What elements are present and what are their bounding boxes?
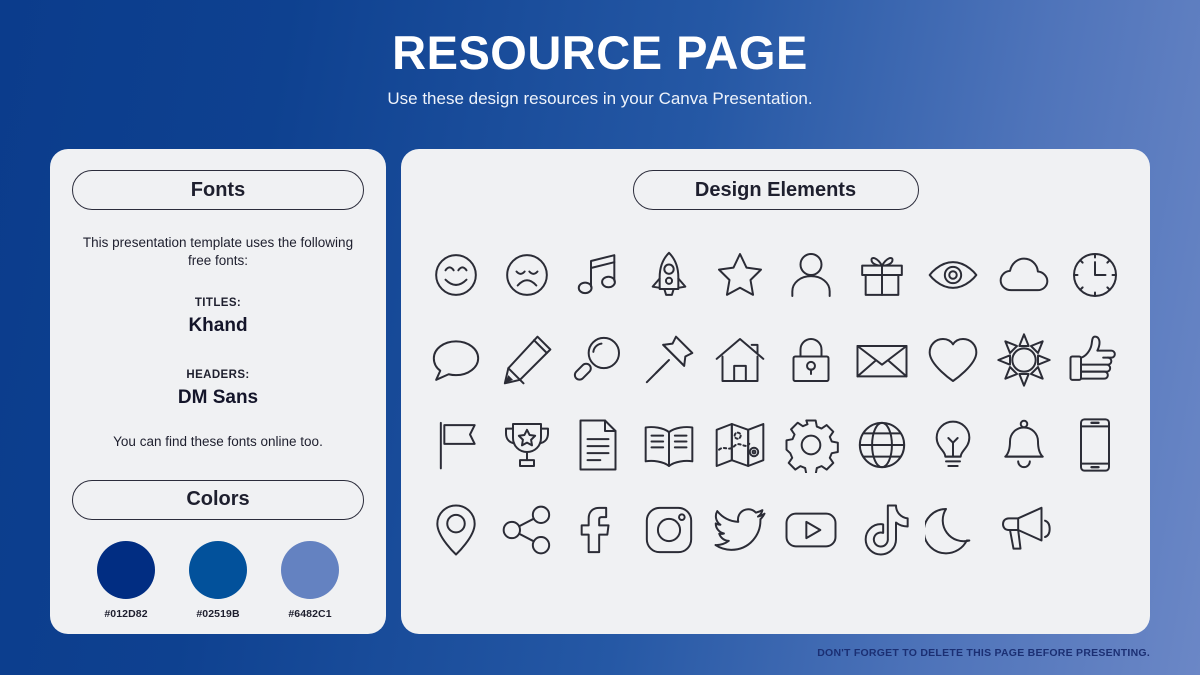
megaphone-icon[interactable] <box>996 502 1052 558</box>
font-entry-titles: TITLES: Khand <box>72 297 364 337</box>
color-hex-2: #02519B <box>196 607 240 620</box>
main-content: Fonts This presentation template uses th… <box>50 149 1150 634</box>
icon-grid <box>421 232 1130 572</box>
share-icon[interactable] <box>499 502 555 558</box>
fonts-section-header: Fonts <box>72 170 364 210</box>
flag-icon[interactable] <box>428 417 484 473</box>
cloud-icon[interactable] <box>996 247 1052 303</box>
fonts-outro-text: You can find these fonts online too. <box>113 433 323 449</box>
fonts-colors-card: Fonts This presentation template uses th… <box>50 149 386 634</box>
twitter-icon[interactable] <box>712 502 768 558</box>
tiktok-icon[interactable] <box>854 502 910 558</box>
font-label-headers: HEADERS: <box>186 368 250 381</box>
lock-icon[interactable] <box>783 332 839 388</box>
color-hex-3: #6482C1 <box>288 607 332 620</box>
gift-icon[interactable] <box>854 247 910 303</box>
color-dot-1 <box>97 540 155 599</box>
color-dot-2 <box>189 540 247 599</box>
facebook-icon[interactable] <box>570 502 626 558</box>
location-pin-icon[interactable] <box>428 502 484 558</box>
font-entry-headers: HEADERS: DM Sans <box>72 369 364 409</box>
design-elements-card: Design Elements <box>401 149 1150 634</box>
house-icon[interactable] <box>712 332 768 388</box>
color-hex-1: #012D82 <box>104 607 148 620</box>
moon-icon[interactable] <box>924 502 981 558</box>
eye-icon[interactable] <box>925 247 981 303</box>
rocket-icon[interactable] <box>641 247 697 303</box>
clock-icon[interactable] <box>1067 247 1123 303</box>
design-elements-header: Design Elements <box>632 170 919 210</box>
phone-icon[interactable] <box>1067 417 1123 473</box>
font-name-headers: DM Sans <box>177 386 259 408</box>
map-icon[interactable] <box>712 417 768 473</box>
speech-bubble-icon[interactable] <box>428 332 484 388</box>
open-book-icon[interactable] <box>641 417 697 473</box>
pushpin-icon[interactable] <box>641 332 697 388</box>
font-name-titles: Khand <box>188 314 248 336</box>
bell-icon[interactable] <box>996 417 1052 473</box>
globe-icon[interactable] <box>854 417 910 473</box>
sad-face-icon[interactable] <box>499 247 555 303</box>
youtube-icon[interactable] <box>783 502 839 558</box>
color-swatch-3[interactable]: #6482C1 <box>266 540 354 620</box>
trophy-icon[interactable] <box>499 417 555 473</box>
color-swatch-2[interactable]: #02519B <box>174 540 262 620</box>
page-subtitle: Use these design resources in your Canva… <box>387 89 813 109</box>
sun-icon[interactable] <box>996 332 1052 388</box>
thumbs-up-icon[interactable] <box>1067 332 1123 388</box>
font-label-titles: TITLES: <box>194 296 242 309</box>
smiley-face-icon[interactable] <box>428 247 484 303</box>
color-swatch-1[interactable]: #012D82 <box>82 540 170 620</box>
color-swatch-row: #012D82 #02519B #6482C1 <box>72 540 364 620</box>
gear-icon[interactable] <box>783 417 839 473</box>
color-dot-3 <box>281 540 339 599</box>
heart-icon[interactable] <box>925 332 981 388</box>
page-header: RESOURCE PAGE Use these design resources… <box>0 0 1200 109</box>
music-note-icon[interactable] <box>570 247 626 303</box>
fonts-intro-text: This presentation template uses the foll… <box>82 235 354 268</box>
lightbulb-icon[interactable] <box>925 417 981 473</box>
page-title: RESOURCE PAGE <box>392 26 808 79</box>
document-icon[interactable] <box>570 417 626 473</box>
envelope-icon[interactable] <box>854 332 910 388</box>
person-icon[interactable] <box>783 247 839 303</box>
instagram-icon[interactable] <box>641 502 697 558</box>
magnifying-glass-icon[interactable] <box>570 332 626 388</box>
colors-section-header: Colors <box>72 479 364 520</box>
footer-reminder-note: DON'T FORGET TO DELETE THIS PAGE BEFORE … <box>817 647 1150 659</box>
pencil-icon[interactable] <box>499 332 555 388</box>
star-icon[interactable] <box>712 247 768 303</box>
